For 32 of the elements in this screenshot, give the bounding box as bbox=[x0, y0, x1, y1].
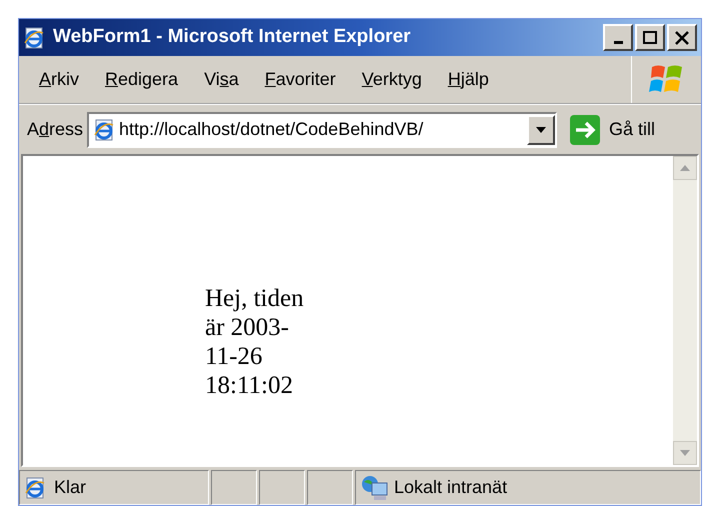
network-computer-icon bbox=[360, 474, 390, 502]
scrollbar[interactable] bbox=[673, 156, 697, 465]
maximize-button[interactable] bbox=[635, 24, 665, 51]
page-icon bbox=[93, 118, 116, 140]
menu-item[interactable]: Redigera bbox=[105, 66, 178, 93]
menu-item[interactable]: Verktyg bbox=[362, 66, 422, 93]
page-icon bbox=[24, 476, 46, 498]
down-arrow-icon bbox=[680, 450, 690, 456]
page-text: Hej, tiden är 2003-11-26 18:11:02 bbox=[205, 284, 305, 400]
minimize-icon bbox=[614, 41, 622, 44]
menu-item[interactable]: Arkiv bbox=[39, 66, 80, 93]
status-panel bbox=[211, 470, 257, 505]
url-text: http://localhost/dotnet/CodeBehindVB/ bbox=[119, 118, 424, 141]
close-icon bbox=[675, 30, 689, 44]
minimize-button[interactable] bbox=[603, 24, 633, 51]
go-button[interactable]: Gå till bbox=[569, 114, 656, 146]
status-text: Klar bbox=[54, 476, 86, 499]
address-field[interactable]: http://localhost/dotnet/CodeBehindVB/ bbox=[87, 112, 558, 148]
dropdown-button[interactable] bbox=[527, 114, 556, 144]
menu-item[interactable]: Hjälp bbox=[448, 66, 489, 93]
maximize-icon bbox=[643, 31, 657, 44]
menu-item[interactable]: Favoriter bbox=[264, 66, 336, 93]
address-label: Adress bbox=[27, 118, 84, 141]
browser-icon bbox=[23, 26, 45, 48]
status-panel bbox=[259, 470, 305, 505]
close-button[interactable] bbox=[667, 24, 697, 51]
window-title: WebForm1 - Microsoft Internet Explorer bbox=[53, 25, 411, 50]
up-arrow-icon bbox=[680, 165, 690, 171]
caret-icon bbox=[536, 126, 546, 132]
status-panel bbox=[307, 470, 353, 505]
zone-text: Lokalt intranät bbox=[394, 476, 508, 499]
menu-item[interactable]: Visa bbox=[204, 66, 239, 93]
